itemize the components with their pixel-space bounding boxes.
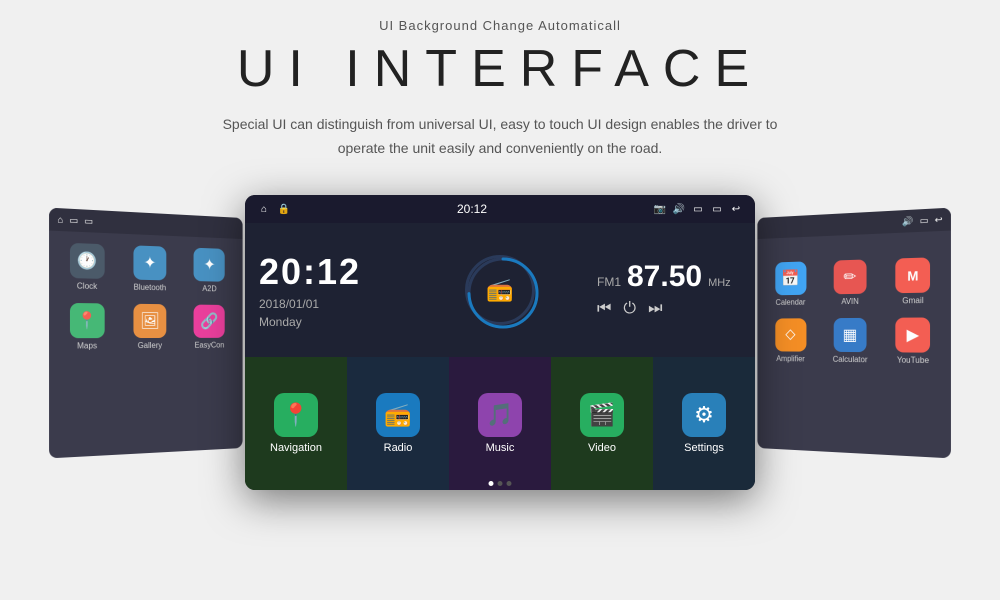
app-label: Gmail [902,295,923,305]
settings-app-tile[interactable]: ⚙ Settings [653,357,755,491]
app-label: Calendar [776,297,806,306]
home-icon: ⌂ [257,202,271,216]
video-app-label: Video [588,442,616,454]
ls-home-icon: ⌂ [57,214,63,225]
video-app-tile[interactable]: 🎬 Video [551,357,653,491]
right-screen: 🔊 ▭ ↩ 📅 Calendar ✏ AVIN M Gmail ⬦ Amplif… [757,207,951,458]
screen2-icon: ▭ [710,202,724,216]
navigation-app-tile[interactable]: 📍 Navigation [245,357,347,491]
app-label: EasyCon [195,340,225,349]
dot-indicators [489,481,512,486]
back-icon: ↩ [729,202,743,216]
dot-1 [498,481,503,486]
left-screen: ⌂ ▭ ▭ 🕐 Clock ✦ Bluetooth ✦ A2D 📍 Maps 🖼 [49,207,243,458]
description: Special UI can distinguish from universa… [223,113,778,161]
prev-track-button[interactable]: ⏮ [597,300,611,318]
list-item[interactable]: 📍 Maps [55,297,118,355]
screen-icon: ▭ [691,202,705,216]
lock-icon: 🔒 [277,202,291,216]
video-icon-bg: 🎬 [580,393,624,437]
volume-icon: 🔊 [672,202,686,216]
fm-frequency: 87.50 [627,262,702,292]
app-label: Maps [77,341,97,350]
center-screen: ⌂ 🔒 20:12 📷 🔊 ▭ ▭ ↩ 20:12 2018/01/01 Mon… [245,195,755,490]
ls-icon3: ▭ [84,215,93,227]
list-item[interactable]: ▶ YouTube [882,312,945,370]
app-label: A2D [202,284,216,293]
list-item[interactable]: 📅 Calendar [763,256,819,312]
top-label: UI Background Change Automaticall [379,18,621,33]
settings-icon-bg: ⚙ [682,393,726,437]
app-label: Gallery [138,341,162,350]
clock-date: 2018/01/01 [259,297,401,311]
app-label: Clock [77,281,97,291]
list-item[interactable]: ▦ Calculator [821,312,880,369]
status-time: 20:12 [457,202,487,216]
camera-icon: 📷 [653,202,667,216]
fm-widget: FM1 87.50 MHz ⏮ ⏻ ⏭ [585,223,755,357]
navigation-app-label: Navigation [270,442,322,454]
app-grid: 📍 Navigation 📻 Radio 🎵 Music 🎬 Video ⚙ [245,357,755,491]
list-item[interactable]: ✦ Bluetooth [120,239,179,297]
list-item[interactable]: ✏ AVIN [821,254,880,311]
fm-unit: MHz [708,277,731,289]
app-label: AVIN [841,296,858,305]
clock-widget: 20:12 2018/01/01 Monday [245,223,415,357]
list-item[interactable]: ⬦ Amplifier [763,313,819,368]
clock-time: 20:12 [259,251,401,293]
radio-app-label: Radio [384,442,413,454]
radio-app-tile[interactable]: 📻 Radio [347,357,449,491]
main-title: UI INTERFACE [237,39,763,99]
settings-app-label: Settings [684,442,724,454]
clock-day: Monday [259,315,401,329]
app-label: Calculator [833,354,868,363]
list-item[interactable]: 🖼 Gallery [120,298,179,355]
app-label: Amplifier [776,354,804,363]
rs-icon3: ↩ [935,213,943,225]
rs-icon1: 🔊 [902,215,913,227]
app-label: YouTube [897,355,929,365]
list-item[interactable]: M Gmail [882,251,945,310]
music-icon-bg: 🎵 [478,393,522,437]
rs-icon2: ▭ [920,214,929,226]
status-bar: ⌂ 🔒 20:12 📷 🔊 ▭ ▭ ↩ [245,195,755,223]
power-button[interactable]: ⏻ [623,300,636,318]
list-item[interactable]: 🔗 EasyCon [181,299,237,354]
dot-active [489,481,494,486]
app-label: Bluetooth [134,282,167,292]
list-item[interactable]: 🕐 Clock [55,237,118,296]
fm-label: FM1 [597,275,621,289]
dot-2 [507,481,512,486]
list-item[interactable]: ✦ A2D [181,242,237,298]
music-app-tile[interactable]: 🎵 Music [449,357,551,491]
next-track-button[interactable]: ⏭ [648,300,662,318]
radio-circular-widget: 📻 [415,223,585,357]
ls-icon2: ▭ [69,214,78,226]
music-app-label: Music [486,442,515,454]
radio-icon-bg: 📻 [376,393,420,437]
screens-container: ⌂ ▭ ▭ 🕐 Clock ✦ Bluetooth ✦ A2D 📍 Maps 🖼 [0,183,1000,503]
navigation-icon-bg: 📍 [274,393,318,437]
